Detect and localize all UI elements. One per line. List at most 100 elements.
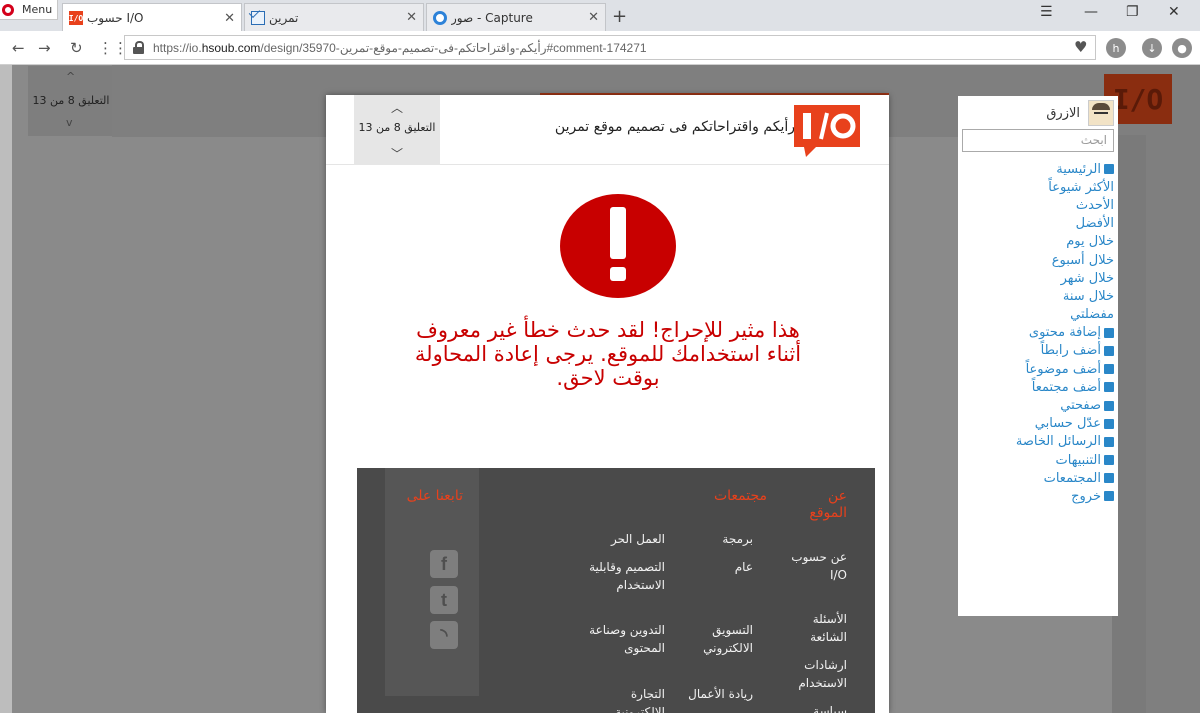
sidebar-item-week[interactable]: خلال أسبوع bbox=[958, 251, 1114, 269]
chevron-up-icon[interactable]: ︿ bbox=[391, 99, 403, 116]
sidebar-item-label: الرئيسية bbox=[1056, 161, 1101, 177]
home-icon bbox=[1104, 164, 1114, 175]
address-bar: ← → ↻ ⋮⋮ https://io. hsoub.com/design/359… bbox=[0, 31, 1200, 65]
io-logo-icon bbox=[794, 105, 860, 157]
sidebar-item-label: خلال يوم bbox=[1066, 234, 1114, 250]
sidebar-item-my-page[interactable]: صفحتي bbox=[958, 396, 1114, 414]
about-heading: عن الموقع bbox=[809, 488, 847, 521]
tab-tamreen[interactable]: تمرين ✕ bbox=[244, 3, 424, 31]
new-tab-icon[interactable]: + bbox=[612, 6, 627, 27]
community-link[interactable]: برمجة bbox=[683, 530, 753, 548]
lock-icon bbox=[133, 41, 144, 54]
site-footer: تابعنا على f t ◝ عن الموقع عن حسوب I/O ا… bbox=[357, 468, 875, 713]
url-field[interactable]: https://io. hsoub.com/design/35970-رأيكم-… bbox=[124, 35, 1096, 60]
community-link[interactable]: التسويق الالكتروني bbox=[683, 621, 753, 657]
close-icon[interactable]: ✕ bbox=[588, 10, 599, 25]
url-prefix: https://io. bbox=[153, 40, 202, 55]
tab-capture[interactable]: صور - Capture ✕ bbox=[426, 3, 606, 31]
community-link[interactable]: التجارة الالكترونية bbox=[585, 685, 665, 713]
footer-link[interactable]: سياسة bbox=[787, 702, 847, 713]
sidebar-item-label: الأكثر شيوعاً bbox=[1048, 179, 1114, 195]
close-icon[interactable]: ✕ bbox=[224, 11, 235, 26]
user-icon bbox=[1104, 400, 1114, 411]
follow-heading: تابعنا على bbox=[406, 488, 463, 504]
community-link[interactable]: التصميم وقابلية الاستخدام bbox=[585, 558, 665, 594]
sidebar-item-day[interactable]: خلال يوم bbox=[958, 233, 1114, 251]
hsoub-extension-icon[interactable]: h bbox=[1106, 38, 1126, 58]
scrollbar[interactable] bbox=[0, 65, 12, 713]
list-icon bbox=[1104, 364, 1114, 375]
sidebar-item-add-link[interactable]: أضف رابطاً bbox=[958, 342, 1114, 360]
browser-tab-bar: Menu I/O حسوب I/O ✕ تمرين ✕ صور - Captur… bbox=[0, 0, 1200, 32]
social-column: تابعنا على f t ◝ bbox=[385, 468, 479, 696]
sidebar-item-year[interactable]: خلال سنة bbox=[958, 287, 1114, 305]
twitter-icon[interactable]: t bbox=[430, 586, 458, 614]
sidebar-item-label: عدّل حسابي bbox=[1034, 416, 1101, 432]
sidebar-item-add-topic[interactable]: أضف موضوعاً bbox=[958, 360, 1114, 378]
sidebar-item-best[interactable]: الأفضل bbox=[958, 215, 1114, 233]
sidebar-item-label: أضف مجتمعاً bbox=[1031, 379, 1101, 395]
grid-icon bbox=[1104, 473, 1114, 484]
sidebar-item-add-content[interactable]: إضافة محتوى bbox=[958, 324, 1114, 342]
sidebar-item-edit-account[interactable]: عدّل حسابي bbox=[958, 415, 1114, 433]
sidebar-item-label: خلال شهر bbox=[1060, 270, 1114, 286]
sidebar-item-messages[interactable]: الرسائل الخاصة bbox=[958, 433, 1114, 451]
sidebar-item-notifications[interactable]: التنبيهات bbox=[958, 451, 1114, 469]
sidebar-item-label: إضافة محتوى bbox=[1028, 325, 1101, 341]
sidebar-item-month[interactable]: خلال شهر bbox=[958, 269, 1114, 287]
rss-icon[interactable]: ◝ bbox=[430, 621, 458, 649]
chevron-up-icon[interactable]: ^ bbox=[66, 70, 75, 83]
sidebar-item-communities[interactable]: المجتمعات bbox=[958, 469, 1114, 487]
restore-icon[interactable]: ❐ bbox=[1126, 4, 1139, 20]
footer-link[interactable]: عن حسوب I/O bbox=[787, 548, 847, 584]
sidebar-item-add-community[interactable]: أضف مجتمعاً bbox=[958, 378, 1114, 396]
sidebar-item-favorites[interactable]: مفضلتي bbox=[958, 306, 1114, 324]
error-message: هذا مثير للإحراج! لقد حدث خطأ غير معروف … bbox=[414, 318, 802, 390]
url-domain: hsoub.com bbox=[201, 40, 261, 55]
bell-icon bbox=[1104, 455, 1114, 466]
footer-link[interactable]: الأسئلة الشائعة bbox=[787, 610, 847, 646]
community-link[interactable]: ريادة الأعمال bbox=[683, 685, 753, 703]
comment-nav: ︿ التعليق 8 من 13 ﹀ bbox=[354, 95, 440, 165]
tab-menu-icon[interactable]: ☰ bbox=[1040, 4, 1053, 20]
tab-title: حسوب I/O bbox=[87, 11, 144, 25]
sidebar-item-logout[interactable]: خروج bbox=[958, 487, 1114, 505]
sidebar-item-latest[interactable]: الأحدث bbox=[958, 196, 1114, 214]
search-input[interactable]: ابحث bbox=[962, 129, 1114, 152]
community-link[interactable]: العمل الحر bbox=[585, 530, 665, 548]
minimize-icon[interactable]: — bbox=[1084, 4, 1098, 20]
forward-icon[interactable]: → bbox=[38, 39, 51, 57]
sidebar-item-label: الأفضل bbox=[1075, 216, 1114, 232]
sidebar-item-label: الأحدث bbox=[1075, 197, 1114, 213]
sidebar-item-label: أضف رابطاً bbox=[1040, 343, 1101, 359]
user-badge[interactable]: الازرق bbox=[1046, 100, 1114, 126]
community-link[interactable]: عام bbox=[683, 558, 753, 576]
sidebar-item-popular[interactable]: الأكثر شيوعاً bbox=[958, 178, 1114, 196]
download-icon[interactable]: ↓ bbox=[1142, 38, 1162, 58]
footer-link[interactable]: ارشادات الاستخدام bbox=[787, 656, 847, 692]
community-link[interactable]: التدوين وصناعة المحتوى bbox=[585, 621, 665, 657]
sidebar-item-label: خروج bbox=[1071, 488, 1101, 504]
reload-icon[interactable]: ↻ bbox=[70, 39, 83, 57]
facebook-icon[interactable]: f bbox=[430, 550, 458, 578]
chevron-down-icon[interactable]: v bbox=[66, 116, 73, 129]
tab-title: تمرين bbox=[269, 10, 299, 25]
browser-menu-button[interactable]: Menu bbox=[0, 0, 58, 20]
tab-title: صور - Capture bbox=[451, 10, 533, 25]
sidebar-item-home[interactable]: الرئيسية bbox=[958, 160, 1114, 178]
page-edge bbox=[1146, 135, 1200, 713]
background-comment-nav: ^ التعليق 8 من 13 v bbox=[28, 66, 112, 136]
back-icon[interactable]: ← bbox=[12, 39, 25, 57]
pencil-icon bbox=[1104, 327, 1114, 338]
tab-hsoub-io[interactable]: I/O حسوب I/O ✕ bbox=[62, 3, 242, 32]
signout-icon bbox=[1104, 491, 1114, 502]
sidebar-item-label: خلال أسبوع bbox=[1051, 252, 1114, 268]
profile-icon[interactable]: ● bbox=[1172, 38, 1192, 58]
window-close-icon[interactable]: ✕ bbox=[1168, 4, 1180, 20]
url-path: /design/35970-رأيكم-واقتراحاتكم-فى-تصميم… bbox=[260, 40, 647, 55]
post-title[interactable]: رأيكم واقتراحاتكم فى تصميم موقع تمرين bbox=[555, 119, 795, 135]
chevron-down-icon[interactable]: ﹀ bbox=[391, 145, 403, 162]
close-icon[interactable]: ✕ bbox=[406, 10, 417, 25]
sidebar-item-label: التنبيهات bbox=[1055, 452, 1101, 468]
heart-icon[interactable]: ♥ bbox=[1074, 38, 1087, 56]
